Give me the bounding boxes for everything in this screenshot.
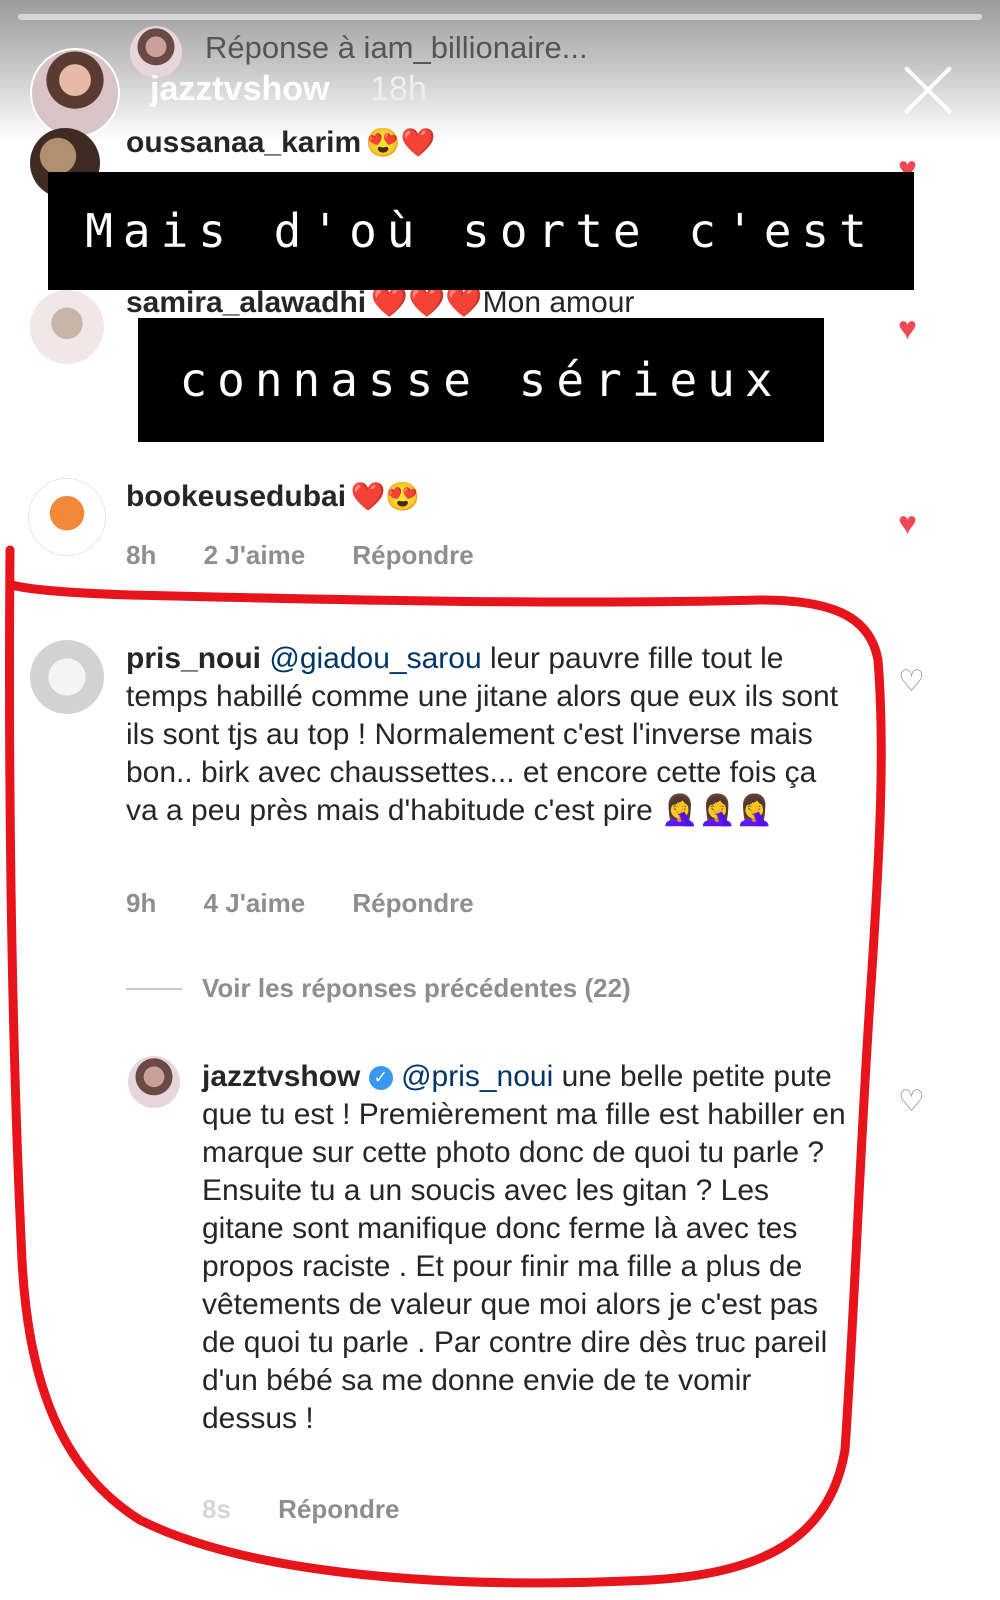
story-username[interactable]: jazztvshow bbox=[150, 70, 329, 109]
comment-row-oussanaa: oussanaa_karim 😍❤️ bbox=[126, 126, 435, 160]
mention-link[interactable]: @pris_noui bbox=[401, 1060, 553, 1093]
comment-meta: 8h 2 J'aime Répondre bbox=[126, 540, 514, 571]
reply-button[interactable]: Répondre bbox=[352, 888, 473, 918]
view-replies-line bbox=[126, 988, 182, 990]
comment-body: pris_noui @giadou_sarou leur pauvre fill… bbox=[126, 640, 856, 830]
comment-time: 8s bbox=[202, 1494, 231, 1524]
heart-icon[interactable]: ♥ bbox=[898, 310, 917, 347]
comment-text: une belle petite pute que tu est ! Premi… bbox=[202, 1060, 846, 1435]
comment-emoji: ❤️😍 bbox=[350, 481, 421, 512]
comment-username[interactable]: oussanaa_karim bbox=[126, 126, 361, 159]
avatar[interactable] bbox=[128, 1056, 180, 1108]
reply-button[interactable]: Répondre bbox=[352, 540, 473, 570]
comment-username[interactable]: jazztvshow bbox=[202, 1060, 360, 1093]
comment-emoji: 😍❤️ bbox=[365, 127, 436, 158]
like-count[interactable]: 4 J'aime bbox=[204, 888, 306, 918]
comment-meta: 9h 4 J'aime Répondre bbox=[126, 888, 514, 919]
story-time: 18h bbox=[370, 70, 427, 108]
heart-outline-icon[interactable]: ♡ bbox=[898, 664, 928, 698]
story-avatar[interactable] bbox=[30, 48, 120, 138]
comment-meta: 8s Répondre bbox=[202, 1494, 440, 1525]
reply-button[interactable]: Répondre bbox=[278, 1494, 399, 1524]
comment-row-bookeusedubai: bookeusedubai ❤️😍 bbox=[126, 480, 420, 514]
reply-body: jazztvshow ✓ @pris_noui une belle petite… bbox=[202, 1058, 852, 1438]
avatar[interactable] bbox=[28, 478, 106, 556]
avatar[interactable] bbox=[30, 640, 104, 714]
comment-username[interactable]: samira_alawadhi bbox=[126, 286, 366, 319]
heart-outline-icon[interactable]: ♡ bbox=[898, 1084, 928, 1118]
comment-time: 9h bbox=[126, 888, 157, 918]
story-progress-bar bbox=[18, 14, 982, 20]
verified-badge-icon: ✓ bbox=[368, 1066, 393, 1091]
comment-text: ❤️❤️❤️Mon amour bbox=[370, 286, 635, 319]
heart-icon[interactable]: ♥ bbox=[898, 505, 917, 542]
reply-to-label: Réponse à iam_billionaire... bbox=[205, 30, 588, 65]
comment-time: 8h bbox=[126, 540, 157, 570]
comment-username[interactable]: bookeusedubai bbox=[126, 480, 346, 513]
mention-link[interactable]: @giadou_sarou bbox=[269, 642, 481, 675]
avatar[interactable] bbox=[30, 290, 104, 364]
text-overlay-line2: connasse sérieux bbox=[138, 318, 824, 442]
comment-username[interactable]: pris_noui bbox=[126, 642, 261, 675]
close-icon[interactable] bbox=[900, 62, 956, 118]
like-count[interactable]: 2 J'aime bbox=[204, 540, 306, 570]
view-replies-button[interactable]: Voir les réponses précédentes (22) bbox=[202, 973, 631, 1004]
text-overlay-line1: Mais d'où sorte c'est bbox=[48, 172, 914, 290]
